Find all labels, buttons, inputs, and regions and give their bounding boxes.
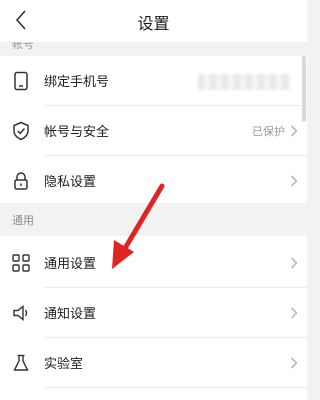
annotation-arrow <box>112 183 165 269</box>
